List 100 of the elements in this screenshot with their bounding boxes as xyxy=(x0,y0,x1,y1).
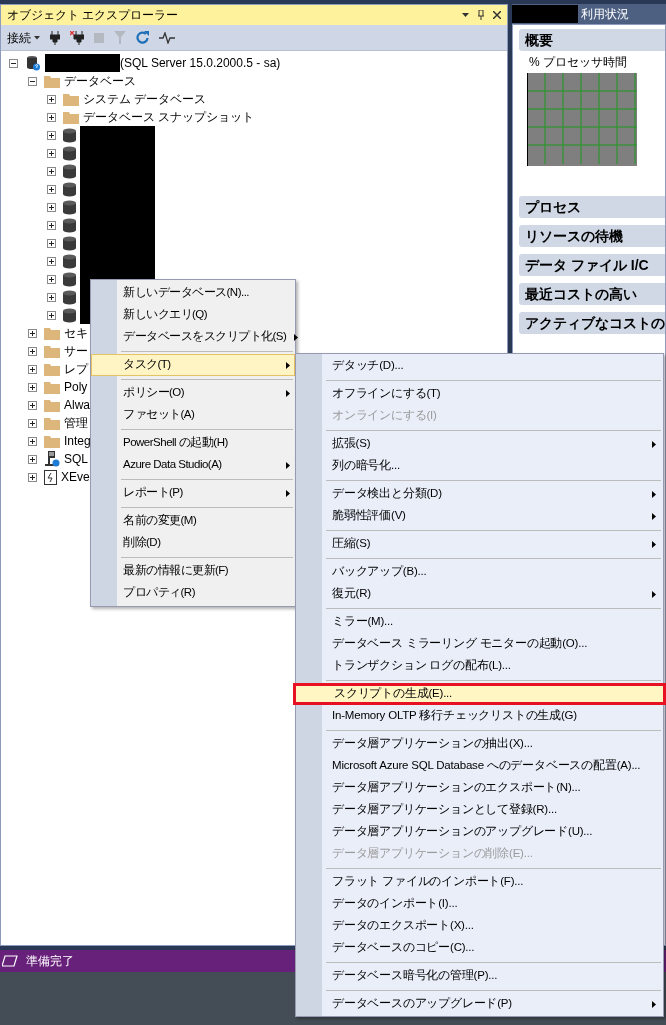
menu-item[interactable]: オフラインにする(T) xyxy=(296,383,663,405)
expand-icon[interactable] xyxy=(47,256,56,266)
menu-item[interactable]: Azure Data Studio(A) xyxy=(91,454,295,476)
disconnect-icon[interactable] xyxy=(70,30,84,45)
menu-item[interactable]: データベースのコピー(C)... xyxy=(296,937,663,959)
tree-item-label[interactable]: データベース スナップショット xyxy=(83,108,255,126)
menu-item[interactable]: データベース ミラーリング モニターの起動(O)... xyxy=(296,633,663,655)
menu-item[interactable]: 名前の変更(M) xyxy=(91,510,295,532)
expand-icon[interactable] xyxy=(47,310,56,320)
expand-icon[interactable] xyxy=(47,184,56,194)
section-header[interactable]: リソースの待機 xyxy=(519,225,665,247)
menu-item[interactable]: 圧縮(S) xyxy=(296,533,663,555)
menu-item[interactable]: PowerShell の起動(H) xyxy=(91,432,295,454)
expand-icon[interactable] xyxy=(28,472,37,482)
tab-header[interactable]: 利用状況 xyxy=(512,4,666,24)
tree-item-label[interactable]: Poly xyxy=(64,378,88,396)
connect-dropdown-button[interactable]: 接続 xyxy=(7,28,40,47)
section-header[interactable]: データ ファイル I/C xyxy=(519,254,665,276)
database-icon xyxy=(63,145,76,161)
section-header[interactable]: プロセス xyxy=(519,196,665,218)
dropdown-icon[interactable] xyxy=(462,13,470,17)
section-header[interactable]: 概要 xyxy=(519,29,665,51)
expand-icon[interactable] xyxy=(28,418,37,428)
tree-item-label[interactable]: Integ xyxy=(64,432,91,450)
expand-icon[interactable] xyxy=(28,400,37,410)
menu-item[interactable]: ファセット(A) xyxy=(91,404,295,426)
menu-item[interactable]: 削除(D) xyxy=(91,532,295,554)
expand-icon[interactable] xyxy=(28,364,37,374)
menu-item[interactable]: 新しいデータベース(N)... xyxy=(91,282,295,304)
tree-item-label[interactable]: (SQL Server 15.0.2000.5 - sa) xyxy=(120,54,281,72)
expand-icon[interactable] xyxy=(28,328,37,338)
expand-icon[interactable] xyxy=(28,346,37,356)
expand-icon[interactable] xyxy=(28,454,37,464)
menu-item[interactable]: 復元(R) xyxy=(296,583,663,605)
refresh-icon[interactable] xyxy=(136,31,149,44)
menu-item[interactable]: 拡張(S) xyxy=(296,433,663,455)
menu-item[interactable]: デタッチ(D)... xyxy=(296,355,663,377)
menu-item[interactable]: トランザクション ログの配布(L)... xyxy=(296,655,663,677)
tree-item-label[interactable]: XEve xyxy=(61,468,90,486)
database-icon xyxy=(63,253,76,269)
pin-icon[interactable] xyxy=(477,10,486,20)
expand-icon[interactable] xyxy=(47,130,56,140)
expand-icon[interactable] xyxy=(47,166,56,176)
tree-item-label[interactable]: システム データベース xyxy=(83,90,207,108)
menu-item[interactable]: ミラー(M)... xyxy=(296,611,663,633)
expand-icon[interactable] xyxy=(47,292,56,302)
section-header[interactable]: アクティブなコストの xyxy=(519,312,665,334)
database-icon xyxy=(63,199,76,215)
folder-icon xyxy=(44,344,60,358)
menu-item[interactable]: データベースのアップグレード(P) xyxy=(296,993,663,1015)
expand-icon[interactable] xyxy=(47,148,56,158)
expand-icon[interactable] xyxy=(47,220,56,230)
menu-item[interactable]: 最新の情報に更新(F) xyxy=(91,560,295,582)
tree-item-label[interactable]: 管理 xyxy=(64,414,88,432)
menu-item[interactable]: In-Memory OLTP 移行チェックリストの生成(G) xyxy=(296,705,663,727)
menu-item[interactable]: スクリプトの生成(E)... xyxy=(293,683,666,705)
menu-item[interactable]: データ層アプリケーションのエクスポート(N)... xyxy=(296,777,663,799)
database-icon xyxy=(63,217,76,233)
menu-item[interactable]: プロパティ(R) xyxy=(91,582,295,604)
menu-item[interactable]: 脆弱性評価(V) xyxy=(296,505,663,527)
menu-item[interactable]: レポート(P) xyxy=(91,482,295,504)
menu-item[interactable]: ポリシー(O) xyxy=(91,382,295,404)
tree-item-label[interactable]: Alwa xyxy=(64,396,90,414)
expand-icon[interactable] xyxy=(47,202,56,212)
section-header[interactable]: 最近コストの高い xyxy=(519,283,665,305)
menu-item[interactable]: 新しいクエリ(Q) xyxy=(91,304,295,326)
menu-item[interactable]: データのインポート(I)... xyxy=(296,893,663,915)
menu-item[interactable]: フラット ファイルのインポート(F)... xyxy=(296,871,663,893)
tree-item-label[interactable]: データベース xyxy=(64,72,136,90)
menu-item[interactable]: Microsoft Azure SQL Database へのデータベースの配置(A)... xyxy=(296,755,663,777)
submenu-arrow-icon xyxy=(286,361,290,369)
menu-item[interactable]: データ層アプリケーションの抽出(X)... xyxy=(296,733,663,755)
menu-item[interactable]: データ層アプリケーションのアップグレード(U)... xyxy=(296,821,663,843)
tree-item-label[interactable]: レプ xyxy=(64,360,88,378)
folder-icon xyxy=(63,92,79,106)
expand-icon[interactable] xyxy=(47,112,56,122)
tab-title[interactable]: 利用状況 xyxy=(581,5,629,23)
tree-item-label[interactable]: サー xyxy=(64,342,88,360)
expand-icon[interactable] xyxy=(28,382,37,392)
activity-icon[interactable] xyxy=(159,31,175,44)
plug-icon[interactable] xyxy=(50,30,60,45)
expand-icon[interactable] xyxy=(47,94,56,104)
menu-item[interactable]: バックアップ(B)... xyxy=(296,561,663,583)
menu-item[interactable]: データベースをスクリプト化(S) xyxy=(91,326,295,348)
menu-item[interactable]: データのエクスポート(X)... xyxy=(296,915,663,937)
menu-item[interactable]: データベース暗号化の管理(P)... xyxy=(296,965,663,987)
expand-icon[interactable] xyxy=(28,436,37,446)
tree-item-label[interactable]: SQL xyxy=(64,450,88,468)
menu-item[interactable]: データ検出と分類(D) xyxy=(296,483,663,505)
database-icon xyxy=(63,181,76,197)
tree-item-label[interactable]: セキ xyxy=(64,324,88,342)
menu-item[interactable]: タスク(T) xyxy=(91,354,295,376)
menu-item[interactable]: 列の暗号化... xyxy=(296,455,663,477)
menu-item[interactable]: データ層アプリケーションとして登録(R)... xyxy=(296,799,663,821)
collapse-icon[interactable] xyxy=(28,76,37,86)
folder-icon xyxy=(44,380,60,394)
expand-icon[interactable] xyxy=(47,238,56,248)
close-icon[interactable] xyxy=(493,11,502,19)
expand-icon[interactable] xyxy=(47,274,56,284)
collapse-icon[interactable] xyxy=(9,58,18,68)
